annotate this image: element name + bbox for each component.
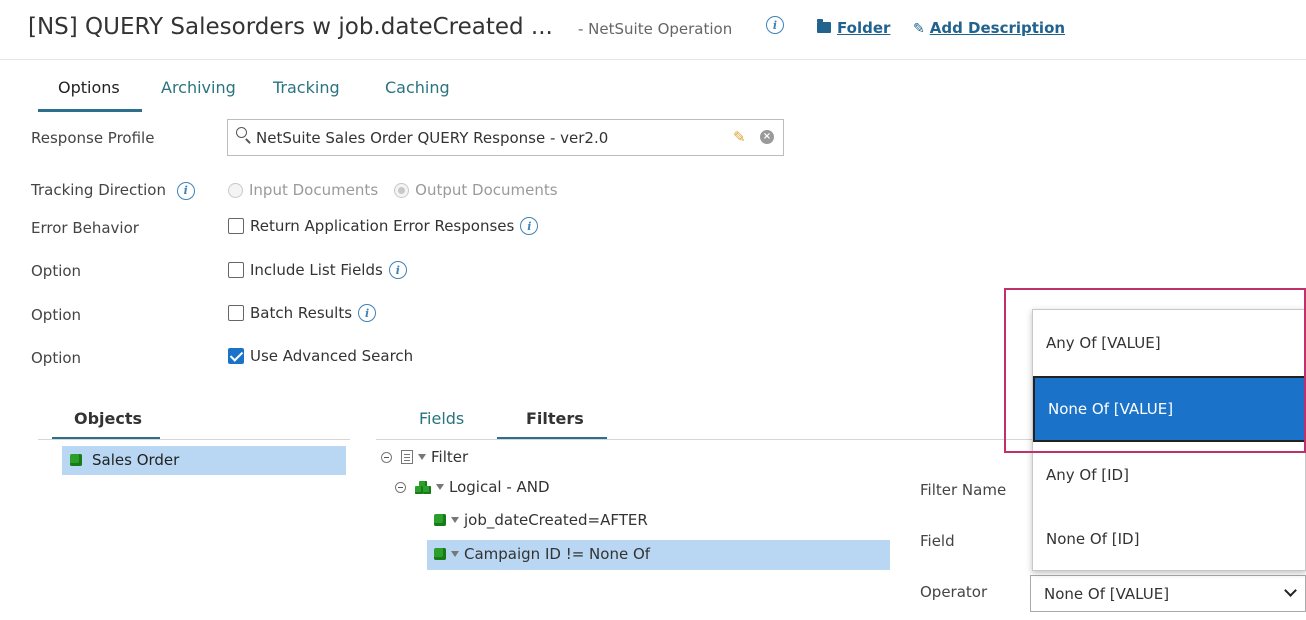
tree-node-date-created[interactable]: job_dateCreated=AFTER [434, 511, 648, 529]
tree-node-label: Logical - AND [449, 478, 550, 496]
dropdown-option-none-of-id[interactable]: None Of [ID] [1033, 506, 1306, 572]
objects-divider [38, 439, 350, 440]
info-icon[interactable]: i [388, 261, 407, 279]
field-label: Field [920, 532, 955, 550]
info-icon[interactable]: i [520, 217, 539, 235]
folder-icon [817, 19, 831, 33]
include-list-fields-label: Include List Fields [250, 261, 383, 279]
document-icon [401, 450, 413, 464]
pencil-icon: ✎ [913, 21, 925, 37]
caret-down-icon [418, 454, 426, 460]
include-list-fields-option: Include List Fields i [228, 261, 407, 279]
batch-results-option: Batch Results i [228, 304, 377, 322]
caret-down-icon [451, 517, 459, 523]
use-advanced-search-option: Use Advanced Search [228, 347, 413, 365]
use-advanced-search-label: Use Advanced Search [250, 347, 414, 365]
highlight-annotation [1004, 288, 1306, 453]
tree-node-logical[interactable]: Logical - AND [395, 478, 550, 496]
response-profile-field[interactable]: NetSuite Sales Order QUERY Response - ve… [227, 119, 784, 156]
return-error-responses-label: Return Application Error Responses [250, 217, 515, 235]
output-documents-radio[interactable] [394, 182, 410, 198]
option-label: Option [31, 349, 82, 367]
use-advanced-search-checkbox[interactable] [228, 348, 244, 364]
caret-down-icon [451, 551, 459, 557]
active-tab-indicator [38, 109, 142, 112]
caret-down-icon [436, 484, 444, 490]
edit-icon[interactable]: ✎ [733, 128, 746, 146]
error-behavior-option: Return Application Error Responses i [228, 217, 539, 235]
option-label: Option [31, 306, 82, 324]
filters-tab-indicator [497, 437, 607, 439]
input-documents-label: Input Documents [249, 181, 379, 199]
response-profile-value: NetSuite Sales Order QUERY Response - ve… [256, 129, 609, 147]
add-description-link[interactable]: ✎ Add Description [913, 19, 1065, 37]
batch-results-label: Batch Results [250, 304, 353, 322]
folder-link[interactable]: Folder [817, 19, 890, 37]
tracking-direction-radios: Input Documents Output Documents [228, 181, 558, 199]
page-title: [NS] QUERY Salesorders w job.dateCreated… [28, 14, 553, 40]
response-profile-label: Response Profile [31, 129, 155, 147]
tree-node-campaign-id-content[interactable]: Campaign ID != None Of [434, 545, 650, 563]
return-error-responses-checkbox[interactable] [228, 218, 244, 234]
tab-caching[interactable]: Caching [385, 78, 450, 97]
tree-node-label: job_dateCreated=AFTER [464, 511, 648, 529]
object-item-sales-order[interactable]: Sales Order [62, 446, 346, 475]
search-icon [236, 127, 247, 138]
info-icon[interactable]: i [176, 181, 195, 200]
tracking-direction-label: Tracking Direction i [31, 181, 195, 200]
tab-archiving[interactable]: Archiving [161, 78, 236, 97]
cube-icon [70, 454, 82, 466]
tab-fields[interactable]: Fields [419, 409, 464, 428]
operation-type: - NetSuite Operation [578, 20, 733, 38]
chevron-down-icon [1284, 584, 1297, 597]
cube-icon [434, 548, 446, 560]
tab-tracking[interactable]: Tracking [273, 78, 340, 97]
tree-node-filter[interactable]: Filter [381, 448, 468, 466]
clear-icon[interactable]: × [760, 130, 774, 144]
filter-name-label: Filter Name [920, 481, 1007, 499]
tracking-direction-text: Tracking Direction [31, 181, 166, 199]
info-icon[interactable]: i [358, 304, 377, 322]
output-documents-label: Output Documents [415, 181, 558, 199]
operator-select-value: None Of [VALUE] [1044, 585, 1170, 603]
tab-objects[interactable]: Objects [74, 409, 142, 428]
info-icon[interactable]: i [766, 16, 784, 34]
tree-node-label: Filter [431, 448, 469, 466]
input-documents-radio[interactable] [228, 182, 243, 198]
tab-options[interactable]: Options [58, 78, 120, 97]
operator-select[interactable]: None Of [VALUE] [1030, 575, 1306, 612]
object-item-label: Sales Order [92, 451, 180, 469]
include-list-fields-checkbox[interactable] [228, 262, 244, 278]
collapse-icon[interactable] [381, 451, 392, 463]
batch-results-checkbox[interactable] [228, 305, 244, 321]
tab-filters[interactable]: Filters [526, 409, 584, 428]
option-label: Option [31, 262, 82, 280]
cubes-icon [415, 480, 431, 494]
collapse-icon[interactable] [395, 481, 406, 493]
error-behavior-label: Error Behavior [31, 219, 139, 237]
cube-icon [434, 514, 446, 526]
tree-node-label: Campaign ID != None Of [464, 545, 651, 563]
operator-label: Operator [920, 583, 988, 601]
objects-tab-indicator [52, 437, 160, 439]
